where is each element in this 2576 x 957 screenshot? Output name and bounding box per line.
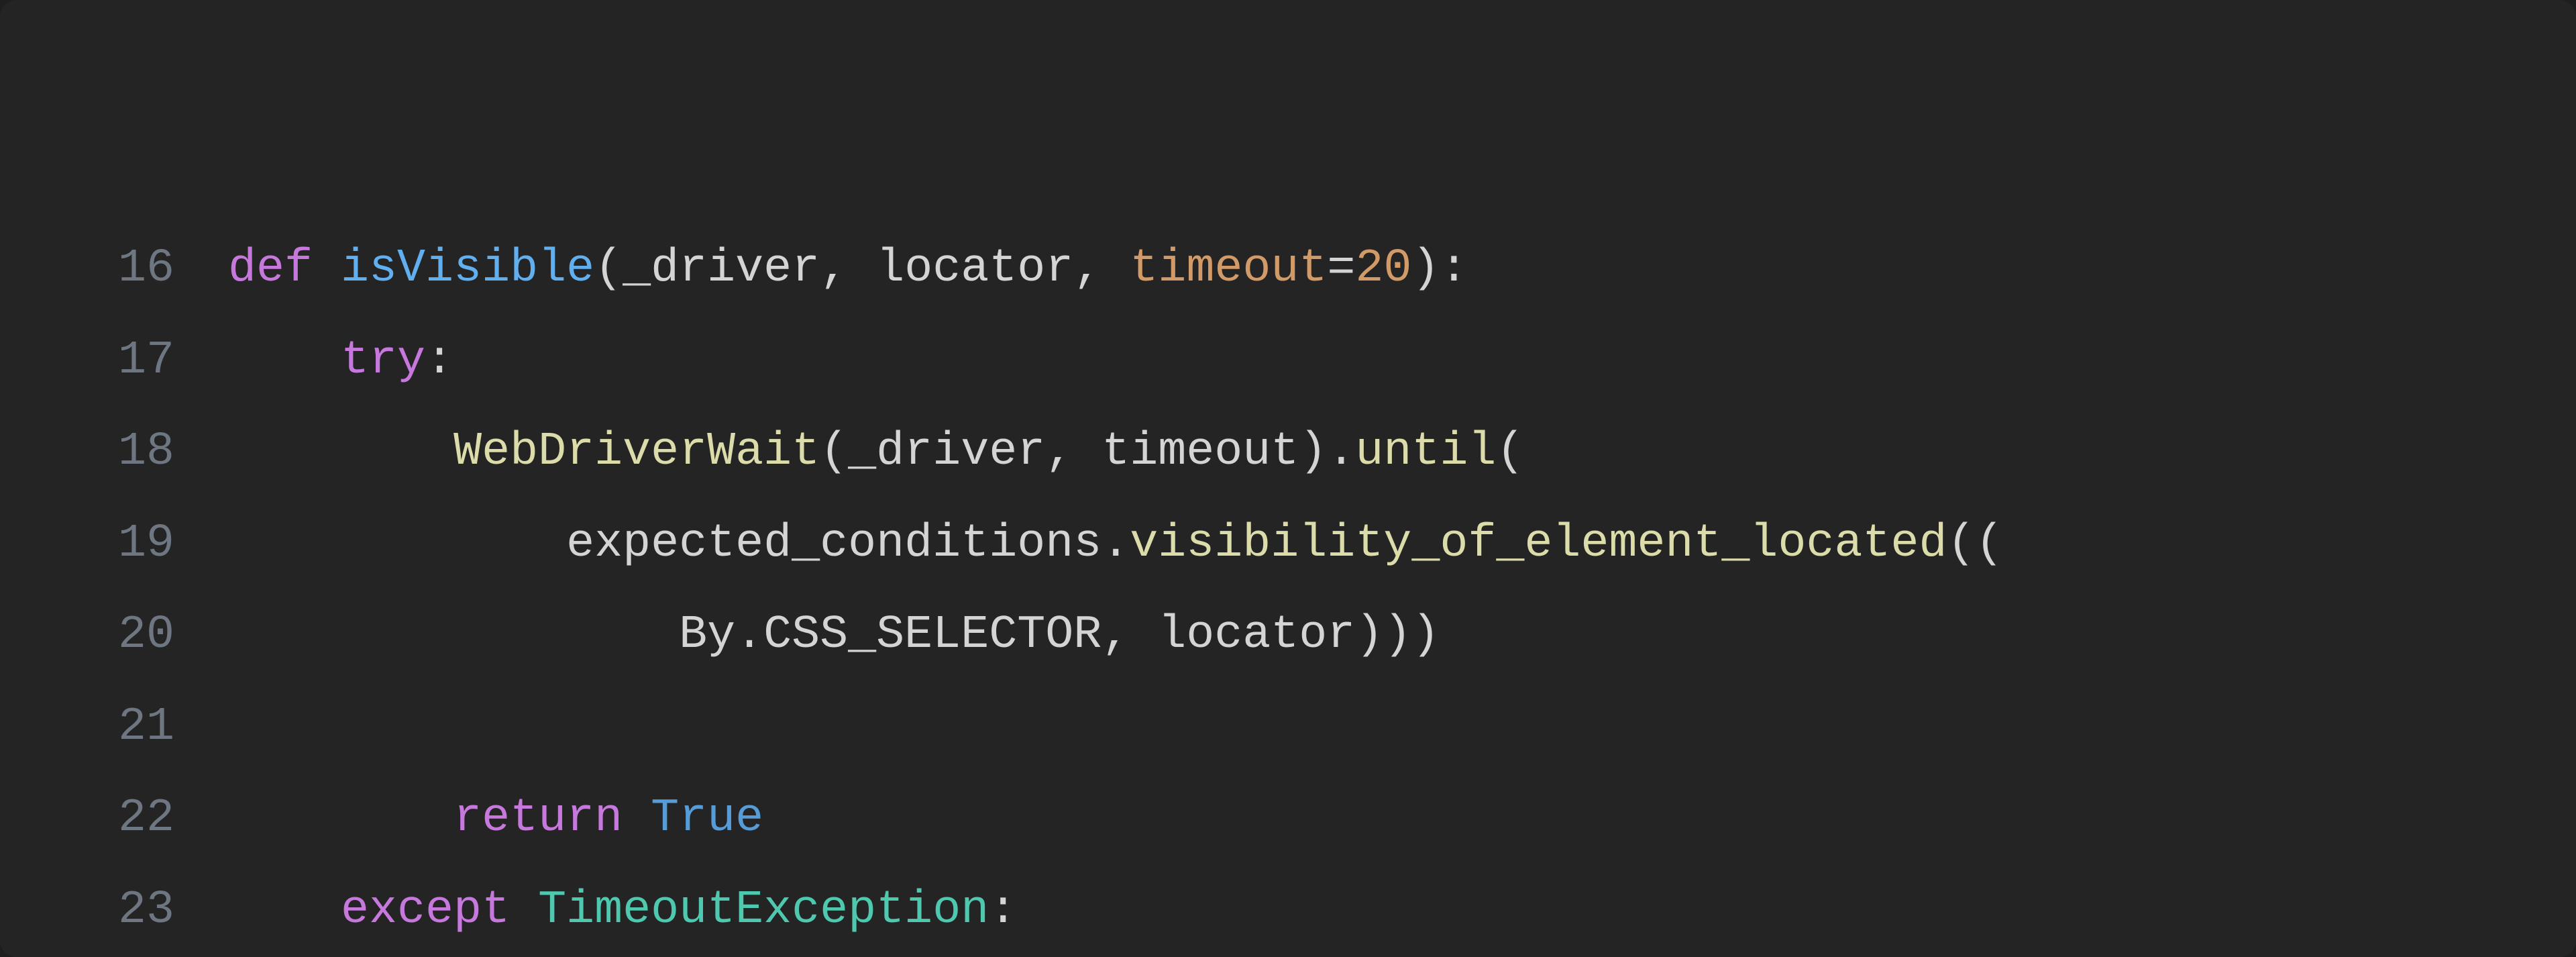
code-token: .	[1102, 517, 1130, 570]
code-token: (	[1947, 517, 1975, 570]
code-token: ,	[1073, 242, 1102, 295]
code-token: _driver	[623, 242, 820, 295]
code-token: def	[228, 242, 313, 295]
code-token: )	[1299, 425, 1327, 479]
code-token: 20	[1355, 242, 1411, 295]
code-token: :	[1440, 242, 1468, 295]
code-token: TimeoutException	[538, 884, 989, 937]
line-number: 16	[0, 223, 228, 315]
code-token: until	[1355, 425, 1496, 479]
code-token: ,	[820, 242, 848, 295]
code-token: (	[1496, 425, 1524, 479]
indent	[228, 425, 453, 479]
line-number: 23	[0, 865, 228, 957]
code-token: (	[594, 242, 623, 295]
indent	[228, 517, 566, 570]
code-line[interactable]: 17 try:	[0, 315, 2576, 407]
code-token: timeout	[1130, 242, 1327, 295]
code-content[interactable]: expected_conditions.visibility_of_elemen…	[228, 499, 2576, 591]
code-token: :	[989, 884, 1017, 937]
code-line[interactable]: 20 By.CSS_SELECTOR, locator)))	[0, 590, 2576, 682]
code-line[interactable]: 22 return True	[0, 773, 2576, 865]
code-token: :	[425, 334, 453, 387]
line-number: 21	[0, 682, 228, 774]
code-line[interactable]: 18 WebDriverWait(_driver, timeout).until…	[0, 407, 2576, 499]
code-token: locator	[876, 242, 1073, 295]
code-token: return	[453, 792, 623, 845]
code-line[interactable]: 19 expected_conditions.visibility_of_ele…	[0, 499, 2576, 591]
code-content[interactable]: except TimeoutException:	[228, 865, 2576, 957]
code-token: try	[341, 334, 425, 387]
code-line[interactable]: 23 except TimeoutException:	[0, 865, 2576, 957]
code-token: )	[1411, 242, 1440, 295]
code-token: locator	[1158, 609, 1355, 662]
code-token: _driver	[848, 425, 1045, 479]
code-token: (	[1975, 517, 2003, 570]
indent	[228, 792, 453, 845]
code-token	[313, 242, 341, 295]
code-token: expected_conditions	[566, 517, 1102, 570]
code-token	[1073, 425, 1102, 479]
code-token	[1130, 609, 1158, 662]
line-number: 17	[0, 315, 228, 407]
code-token: )	[1355, 609, 1383, 662]
code-content[interactable]: return True	[228, 773, 2576, 865]
code-line[interactable]: 16def isVisible(_driver, locator, timeou…	[0, 223, 2576, 315]
code-content[interactable]: WebDriverWait(_driver, timeout).until(	[228, 407, 2576, 499]
code-token	[848, 242, 876, 295]
code-token	[623, 792, 651, 845]
indent	[228, 609, 679, 662]
code-token: .	[735, 609, 763, 662]
line-number: 19	[0, 499, 228, 591]
code-token: CSS_SELECTOR	[763, 609, 1102, 662]
code-content[interactable]: try:	[228, 315, 2576, 407]
code-token: isVisible	[341, 242, 594, 295]
code-editor[interactable]: 16def isVisible(_driver, locator, timeou…	[0, 0, 2576, 957]
code-token: =	[1327, 242, 1355, 295]
code-token	[510, 884, 538, 937]
code-token: )	[1411, 609, 1440, 662]
code-token: timeout	[1102, 425, 1299, 479]
code-token: (	[820, 425, 848, 479]
line-number: 20	[0, 590, 228, 682]
code-token: By	[679, 609, 735, 662]
code-token: WebDriverWait	[453, 425, 820, 479]
code-token: True	[651, 792, 763, 845]
code-token: visibility_of_element_located	[1130, 517, 1947, 570]
line-number: 18	[0, 407, 228, 499]
code-token: ,	[1045, 425, 1073, 479]
code-content[interactable]: def isVisible(_driver, locator, timeout=…	[228, 223, 2576, 315]
code-token: ,	[1102, 609, 1130, 662]
code-token: .	[1327, 425, 1355, 479]
code-line[interactable]: 21	[0, 682, 2576, 774]
indent	[228, 334, 341, 387]
code-token: except	[341, 884, 510, 937]
line-number: 22	[0, 773, 228, 865]
code-content[interactable]: By.CSS_SELECTOR, locator)))	[228, 590, 2576, 682]
code-token: )	[1383, 609, 1411, 662]
code-token	[1102, 242, 1130, 295]
indent	[228, 884, 341, 937]
